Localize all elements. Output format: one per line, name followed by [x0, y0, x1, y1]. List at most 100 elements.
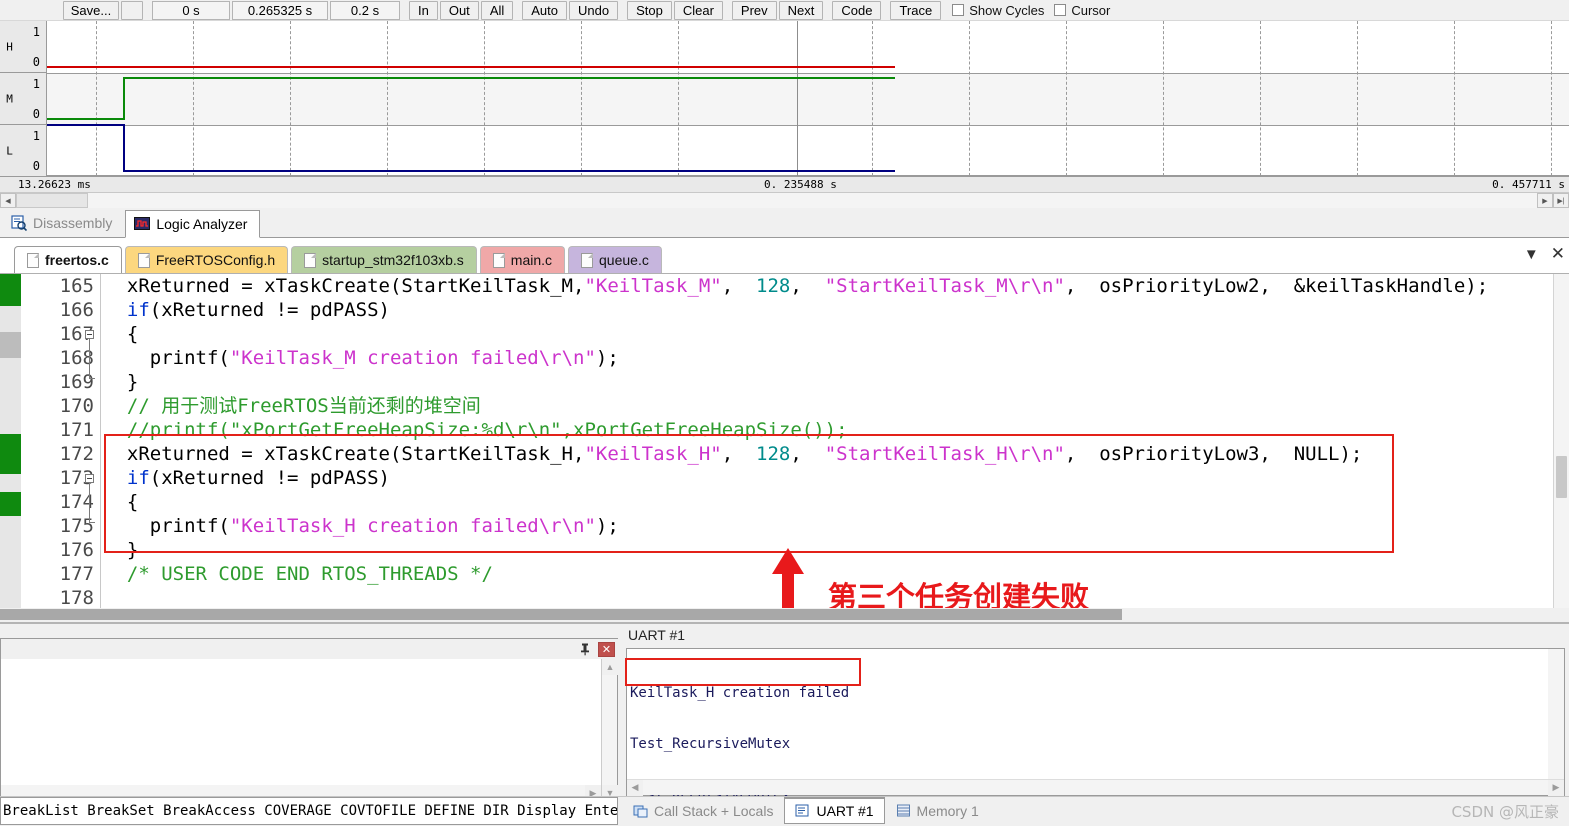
- tab-disassembly[interactable]: Disassembly: [2, 209, 125, 237]
- time-label-center: 0. 235488 s: [764, 178, 837, 191]
- logic-analyzer-toolbar: Save... 0 s 0.265325 s 0.2 s In Out All …: [0, 0, 1569, 21]
- code-line: // 用于测试FreeRTOS当前还剩的堆空间: [126, 395, 481, 417]
- scroll-thumb[interactable]: [16, 193, 88, 208]
- checkbox-box[interactable]: [1054, 4, 1067, 16]
- uart-output-text: KeilTask_H creation failed Test_Recursiv…: [630, 651, 1546, 803]
- bottom-tab-label: Call Stack + Locals: [654, 802, 774, 819]
- file-tab-startup-stm32f103xb-s[interactable]: startup_stm32f103xb.s: [291, 246, 477, 273]
- fold-toggle-174[interactable]: [85, 474, 94, 483]
- file-tab-label: freertos.c: [45, 252, 109, 268]
- file-tab-freertosconfig-h[interactable]: FreeRTOSConfig.h: [124, 246, 289, 273]
- trace-button[interactable]: Trace: [890, 0, 942, 20]
- command-output-panel[interactable]: ✕ ▲ ▼ ▶: [0, 638, 619, 802]
- prev-button[interactable]: Prev: [731, 0, 777, 20]
- zoom-all-button[interactable]: All: [480, 0, 514, 20]
- time-cursor-field[interactable]: 0.265325 s: [232, 0, 328, 20]
- close-panel-button[interactable]: ✕: [598, 641, 615, 657]
- uart-hscrollbar[interactable]: ◀ ▶: [627, 779, 1564, 796]
- panel-body[interactable]: ▲ ▼ ▶: [1, 659, 618, 801]
- logic-analyzer-icon: [134, 216, 151, 232]
- debug-window-tabstrip: Disassembly Logic Analyzer: [0, 208, 1569, 238]
- keil-uvision-debug-window: Save... 0 s 0.265325 s 0.2 s In Out All …: [0, 0, 1569, 826]
- scroll-right-arrow[interactable]: ▶: [1537, 193, 1553, 208]
- file-tab-freertos-c[interactable]: freertos.c: [14, 246, 122, 273]
- tab-logic-analyzer[interactable]: Logic Analyzer: [125, 210, 261, 238]
- code-line: {: [104, 323, 139, 345]
- coverage-marker-full: [0, 274, 21, 306]
- checkbox-box[interactable]: [952, 4, 965, 16]
- tab-label: Disassembly: [33, 215, 113, 231]
- pin-icon[interactable]: [578, 642, 592, 656]
- channel-high-value: 1: [32, 77, 40, 91]
- coverage-gutter[interactable]: [0, 274, 21, 614]
- file-tab-label: FreeRTOSConfig.h: [155, 252, 276, 268]
- tab-label: Logic Analyzer: [156, 216, 248, 232]
- call-stack-icon: [633, 803, 649, 819]
- editor-hscroll-thumb[interactable]: [0, 609, 1122, 620]
- fold-end-tick: [89, 378, 95, 379]
- scroll-track[interactable]: [16, 193, 1537, 208]
- code-margin-rule: [100, 274, 101, 614]
- tab-memory-1[interactable]: Memory 1: [884, 797, 990, 824]
- show-cycles-checkbox[interactable]: Show Cycles: [952, 3, 1044, 18]
- channel-label-column: H 1 0 M 1 0 L 1 0: [0, 21, 47, 176]
- waveform-plot[interactable]: [47, 21, 1569, 176]
- bottom-tabstrip: Call Stack + Locals UART #1 Memory 1: [622, 797, 990, 826]
- editor-vscrollbar[interactable]: [1553, 274, 1569, 614]
- logic-analyzer-time-axis: 13.26623 ms 0. 235488 s 0. 457711 s: [0, 176, 1569, 192]
- logic-analyzer-waveform-area[interactable]: H 1 0 M 1 0 L 1 0: [0, 21, 1569, 176]
- scroll-left-arrow[interactable]: ◀: [627, 779, 643, 796]
- scroll-end-arrow[interactable]: ▶|: [1553, 193, 1569, 208]
- tab-uart-1[interactable]: UART #1: [784, 797, 885, 824]
- file-tab-queue-c[interactable]: queue.c: [568, 246, 662, 273]
- stop-button[interactable]: Stop: [627, 0, 672, 20]
- uart-output-box[interactable]: KeilTask_H creation failed Test_Recursiv…: [626, 648, 1565, 803]
- code-line: //printf("xPortGetFreeHeapSize:%d\r\n",x…: [126, 419, 848, 441]
- tab-call-stack-locals[interactable]: Call Stack + Locals: [622, 797, 785, 824]
- document-icon: [492, 252, 505, 268]
- panel-vscrollbar[interactable]: ▲ ▼: [601, 659, 618, 801]
- document-icon: [137, 252, 150, 268]
- scroll-right-arrow[interactable]: ▶: [1548, 779, 1564, 796]
- fold-toggle-167[interactable]: [85, 330, 94, 339]
- channel-high-value: 1: [32, 129, 40, 143]
- code-text[interactable]: xReturned = xTaskCreate(StartKeilTask_M,…: [104, 274, 1553, 614]
- chevron-down-icon[interactable]: ▼: [1524, 246, 1539, 263]
- editor-hscrollbar[interactable]: [0, 608, 1569, 622]
- save-button[interactable]: Save...: [63, 0, 119, 20]
- code-button[interactable]: Code: [832, 0, 882, 20]
- channel-label-m[interactable]: M 1 0: [0, 73, 47, 125]
- scroll-up-arrow[interactable]: ▲: [602, 659, 618, 675]
- channel-label-l[interactable]: L 1 0: [0, 125, 47, 176]
- file-tab-label: main.c: [510, 252, 553, 268]
- clear-button[interactable]: Clear: [673, 0, 723, 20]
- minimize-button[interactable]: [121, 0, 143, 20]
- editor-scroll-thumb[interactable]: [1556, 456, 1567, 498]
- channel-name: M: [3, 92, 16, 105]
- undo-button[interactable]: Undo: [569, 0, 619, 20]
- cursor-checkbox[interactable]: Cursor: [1054, 3, 1110, 18]
- time-start-field[interactable]: 0 s: [152, 0, 230, 20]
- document-icon: [581, 252, 594, 268]
- uart-vscrollbar[interactable]: [1548, 649, 1564, 779]
- command-hint-field[interactable]: BreakList BreakSet BreakAccess COVERAGE …: [0, 797, 618, 825]
- next-button[interactable]: Next: [778, 0, 824, 20]
- uart-panel[interactable]: UART #1 KeilTask_H creation failed Test_…: [622, 624, 1569, 803]
- file-tab-main-c[interactable]: main.c: [479, 246, 566, 273]
- auto-button[interactable]: Auto: [522, 0, 568, 20]
- coverage-marker-full: [0, 434, 21, 474]
- toolbar-left-gap: [0, 0, 62, 20]
- watermark: CSDN @风正豪: [1451, 803, 1559, 821]
- close-icon[interactable]: ✕: [1551, 244, 1565, 264]
- file-tabstrip-controls: ▼ ✕: [1524, 244, 1565, 264]
- logic-analyzer-hscrollbar[interactable]: ◀ ▶ ▶|: [0, 192, 1569, 208]
- document-icon: [27, 252, 39, 268]
- zoom-in-button[interactable]: In: [409, 0, 438, 20]
- file-tab-label: startup_stm32f103xb.s: [322, 252, 464, 268]
- time-range-field[interactable]: 0.2 s: [330, 0, 400, 20]
- time-label-left: 13.26623 ms: [18, 178, 91, 191]
- zoom-out-button[interactable]: Out: [439, 0, 479, 20]
- scroll-left-arrow[interactable]: ◀: [0, 193, 16, 208]
- uart-line: Test_RecursiveMutex: [630, 736, 791, 752]
- channel-label-h[interactable]: H 1 0: [0, 21, 47, 73]
